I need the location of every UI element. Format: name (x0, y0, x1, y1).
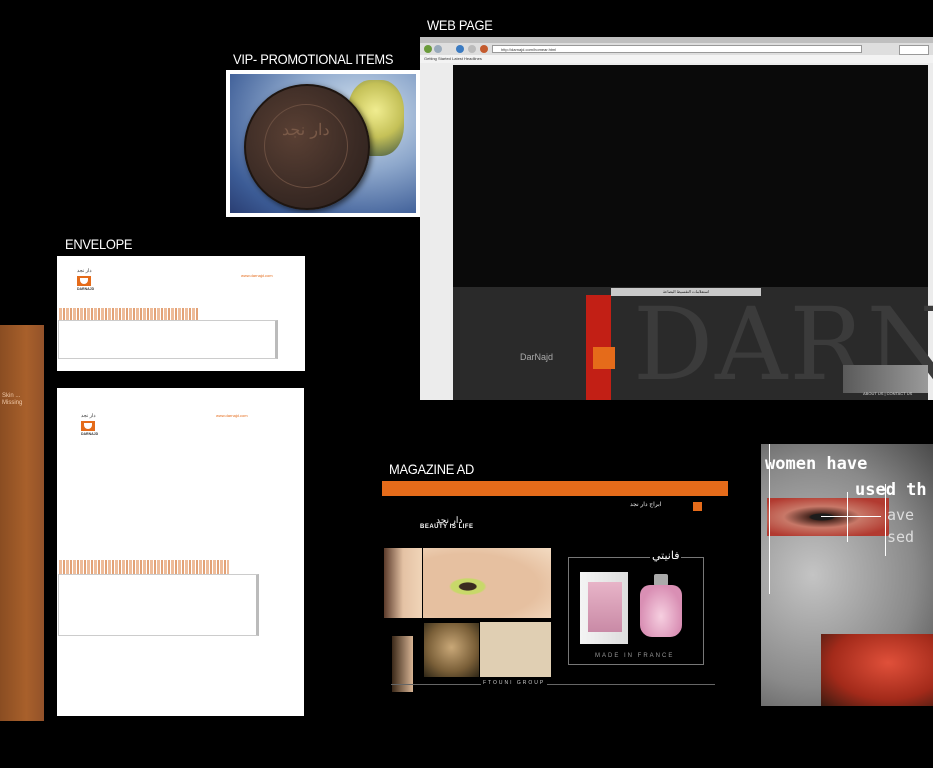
brand-logo-icon: دار نجد DARNAJD (77, 268, 95, 291)
letterhead-frame (58, 574, 259, 636)
made-in-text: MADE IN FRANCE (595, 653, 675, 659)
magazine-divider (391, 684, 715, 685)
letterhead-url: www.darnajd.com (216, 413, 248, 418)
perfume-bottle (640, 585, 682, 637)
coin-photo: دار نجد (230, 74, 416, 213)
magazine-tagline: BEAUTY IS LIFE (420, 524, 474, 530)
envelope-label: ENVELOPE (65, 236, 133, 252)
magazine-header-text: ابراج دار نجد (630, 502, 662, 508)
forward-icon[interactable] (434, 45, 442, 53)
letterhead-image: دار نجد DARNAJD www.darnajd.com (57, 388, 304, 716)
magazine-logo-icon (693, 502, 702, 511)
browser-window: http://darnajd.com/homear.html Getting S… (420, 37, 933, 400)
poster-line (821, 516, 881, 517)
stop-icon[interactable] (468, 45, 476, 53)
bookmarks-bar[interactable]: Getting Started Latest Headlines (420, 55, 933, 63)
poster-line (847, 492, 848, 542)
site-name: DarNajd (520, 352, 554, 362)
site-logo-icon (593, 347, 615, 369)
web-page-label: WEB PAGE (427, 17, 493, 33)
poster-text-4: sed (887, 528, 915, 546)
magazine-group: FTOUNI GROUP (481, 680, 548, 686)
perfume-package (580, 572, 628, 644)
url-bar[interactable]: http://darnajd.com/homear.html (492, 45, 862, 53)
coin-icon: دار نجد (244, 84, 370, 210)
brand-logo-icon: دار نجد DARNAJD (81, 413, 99, 436)
brochure-image: Skin ... Missing (0, 325, 44, 721)
page-viewport: DARN استعلامات التقسيط البضاعة DarNajd A… (453, 65, 933, 400)
coin-emblem: دار نجد (282, 120, 330, 139)
poster-eye (767, 498, 889, 536)
envelope-window (58, 320, 278, 359)
brand-english: DARNAJD (81, 432, 99, 436)
brochure-text: Skin ... Missing (2, 393, 23, 406)
search-input[interactable] (899, 45, 929, 55)
reload-icon[interactable] (456, 45, 464, 53)
model-photo-1 (384, 548, 422, 618)
letterhead-scribble (59, 560, 229, 574)
promotional-items-label: VIP- PROMOTIONAL ITEMS (233, 51, 394, 67)
back-icon[interactable] (424, 45, 432, 53)
poster-text-3: ave (887, 506, 915, 524)
brand-english: DARNAJD (77, 287, 95, 291)
banner-stripe (843, 365, 928, 393)
model-photo-eye (423, 548, 551, 618)
perfume-name: فانيتي (650, 549, 682, 562)
site-footer-links[interactable]: ABOUT US | CONTACT US (863, 391, 912, 396)
poster-text-2: used th (855, 480, 927, 500)
site-menu[interactable]: استعلامات التقسيط البضاعة (611, 288, 761, 296)
magazine-ad-label: MAGAZINE AD (389, 461, 474, 477)
magazine-header-bar (382, 481, 728, 496)
poster-image: women have used th ave sed (761, 444, 933, 706)
poster-text-1: women have (765, 454, 868, 474)
coin-photo-frame: دار نجد (226, 70, 420, 217)
envelope-url: www.darnajd.com (241, 273, 273, 278)
envelope-image: دار نجد DARNAJD www.darnajd.com (57, 256, 305, 371)
home-icon[interactable] (480, 45, 488, 53)
model-photo-3 (424, 623, 479, 677)
model-photo-4 (480, 622, 551, 677)
brand-arabic: دار نجد (77, 268, 92, 274)
poster-lips (821, 634, 933, 706)
brand-arabic: دار نجد (81, 413, 96, 419)
